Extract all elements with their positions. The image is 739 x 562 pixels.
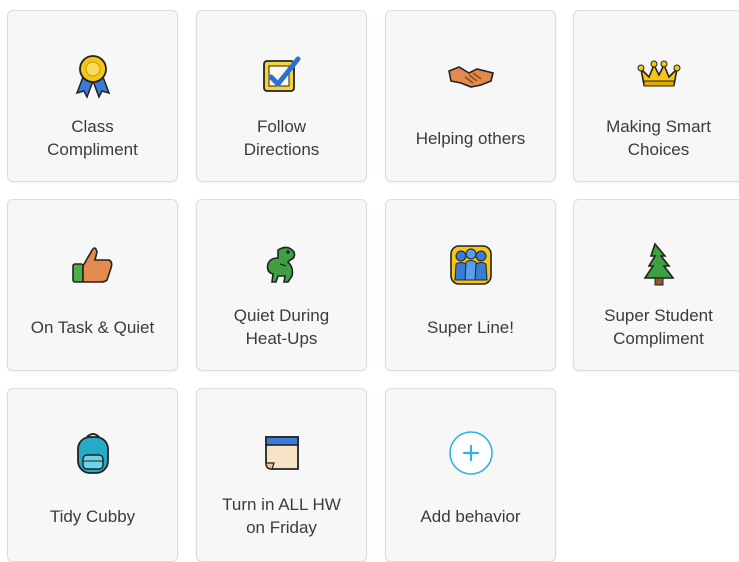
behavior-card-class-compliment[interactable]: Class Compliment	[7, 10, 178, 182]
tree-icon	[633, 240, 685, 288]
behavior-label: Super Student Compliment	[604, 306, 713, 348]
crown-icon	[633, 51, 685, 99]
thumbs-up-icon	[67, 240, 119, 288]
behavior-label: Tidy Cubby	[49, 507, 136, 526]
behavior-label: On Task & Quiet	[30, 318, 155, 337]
behavior-card-super-student-compliment[interactable]: Super Student Compliment	[573, 199, 739, 371]
handshake-icon	[445, 51, 497, 99]
behavior-card-super-line[interactable]: Super Line!	[385, 199, 556, 371]
behavior-card-helping-others[interactable]: Helping others	[385, 10, 556, 182]
behavior-card-follow-directions[interactable]: Follow Directions	[196, 10, 367, 182]
behavior-card-making-smart-choices[interactable]: Making Smart Choices	[573, 10, 739, 182]
award-ribbon-icon	[67, 51, 119, 99]
add-behavior-label: Add behavior	[420, 507, 521, 526]
behavior-card-turn-in-all-hw[interactable]: Turn in ALL HW on Friday	[196, 388, 367, 562]
behavior-label: Follow Directions	[243, 117, 320, 159]
add-behavior-button[interactable]: Add behavior	[385, 388, 556, 562]
calendar-icon	[256, 429, 308, 477]
behavior-label: Class Compliment	[47, 117, 138, 159]
backpack-icon	[67, 429, 119, 477]
behavior-label: Turn in ALL HW on Friday	[222, 495, 341, 537]
behavior-label: Helping others	[415, 129, 526, 148]
behavior-card-tidy-cubby[interactable]: Tidy Cubby	[7, 388, 178, 562]
behavior-label: Super Line!	[427, 318, 514, 337]
people-group-icon	[445, 240, 497, 288]
behavior-label: Quiet During Heat-Ups	[233, 306, 330, 348]
checkbox-icon	[256, 51, 308, 99]
behavior-card-quiet-during-heat-ups[interactable]: Quiet During Heat-Ups	[196, 199, 367, 371]
dinosaur-icon	[256, 240, 308, 288]
plus-circle-icon	[445, 429, 497, 477]
behavior-card-on-task-quiet[interactable]: On Task & Quiet	[7, 199, 178, 371]
behavior-label: Making Smart Choices	[606, 117, 711, 159]
